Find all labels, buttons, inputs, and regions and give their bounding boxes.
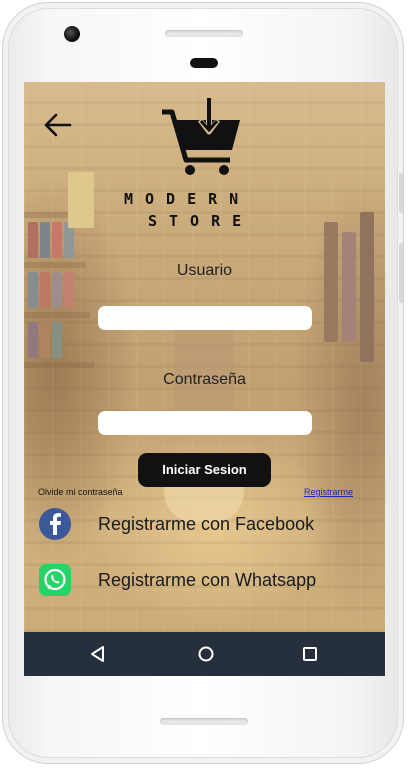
top-speaker — [165, 30, 243, 37]
facebook-icon[interactable] — [38, 507, 72, 541]
register-link[interactable]: Registrarme — [304, 487, 353, 497]
password-label: Contraseña — [163, 371, 246, 388]
android-navigation-bar — [24, 632, 385, 676]
arrow-left-icon[interactable] — [42, 112, 72, 138]
logo-line-store: STORE — [148, 212, 254, 230]
circle-home-icon[interactable] — [196, 644, 216, 664]
power-button — [399, 243, 403, 303]
bottom-speaker — [160, 718, 248, 725]
password-input[interactable] — [98, 411, 312, 435]
login-button[interactable]: Iniciar Sesion — [138, 453, 271, 487]
triangle-back-icon[interactable] — [88, 644, 108, 664]
forgot-password-link[interactable]: Olvide mi contraseña — [38, 487, 123, 497]
username-input[interactable] — [98, 306, 312, 330]
whatsapp-register-label[interactable]: Registrarme con Whatsapp — [98, 570, 316, 591]
whatsapp-icon[interactable] — [38, 563, 72, 597]
square-recents-icon[interactable] — [300, 644, 320, 664]
store-logo-text: MODERN STORE — [122, 188, 272, 232]
facebook-register-label[interactable]: Registrarme con Facebook — [98, 514, 314, 535]
app-screen: MODERN STORE Usuario Contraseña Iniciar … — [24, 82, 385, 676]
shopping-cart-download-icon — [160, 98, 244, 178]
earpiece — [190, 58, 218, 68]
logo-line-modern: MODERN — [124, 190, 251, 208]
username-label: Usuario — [176, 262, 233, 279]
front-camera — [64, 26, 80, 42]
volume-button — [399, 173, 403, 213]
